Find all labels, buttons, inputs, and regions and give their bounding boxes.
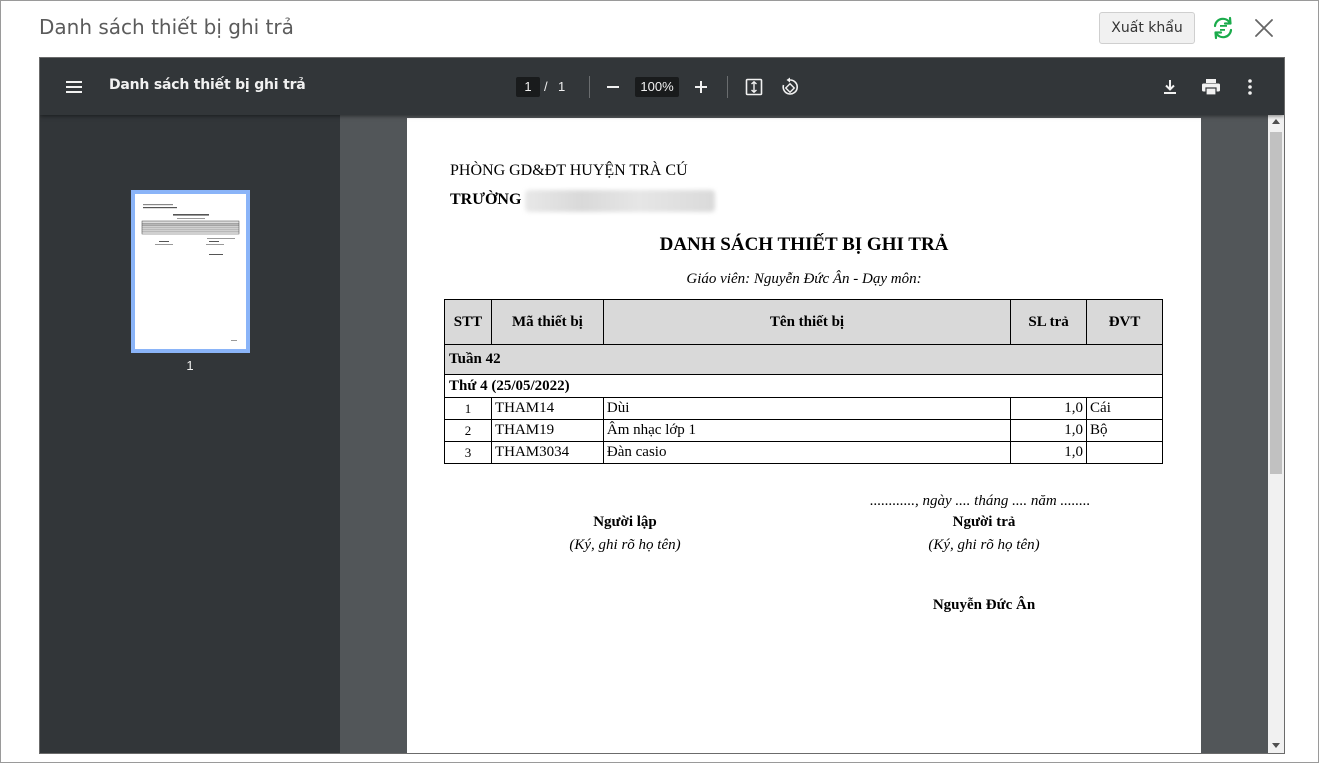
cell-unit: Bộ bbox=[1086, 419, 1163, 442]
page-thumbnail[interactable] bbox=[131, 190, 250, 353]
page-total: 1 bbox=[558, 79, 566, 94]
table-row: 3 THAM3034 Đàn casio 1,0 bbox=[444, 441, 1163, 464]
document-subtitle: Giáo viên: Nguyễn Đức Ân - Dạy môn: bbox=[686, 271, 922, 287]
cell-name: Đàn casio bbox=[602, 441, 1012, 464]
dialog: Danh sách thiết bị ghi trả Xuất khẩu Dan… bbox=[0, 0, 1319, 763]
cell-qty: 1,0 bbox=[1010, 397, 1088, 420]
dialog-title: Danh sách thiết bị ghi trả bbox=[39, 15, 294, 39]
creator-label: Người lập bbox=[593, 514, 657, 530]
scroll-thumb[interactable] bbox=[1270, 132, 1282, 474]
print-icon[interactable] bbox=[1200, 77, 1222, 97]
rotate-icon[interactable] bbox=[780, 77, 800, 97]
header-code: Mã thiết bị bbox=[490, 299, 604, 345]
more-vert-icon[interactable] bbox=[1240, 77, 1260, 97]
thumbnail-sidebar: 1 bbox=[40, 115, 340, 753]
redacted-school-name bbox=[525, 190, 715, 212]
week-group-row: Tuần 42 bbox=[444, 344, 1163, 375]
equipment-table: STT Mã thiết bị Tên thiết bị SL trả ĐVT … bbox=[444, 299, 1163, 464]
cell-qty: 1,0 bbox=[1010, 419, 1088, 442]
scroll-down-arrow-icon[interactable] bbox=[1272, 743, 1280, 748]
document-title: DANH SÁCH THIẾT BỊ GHI TRẢ bbox=[659, 234, 949, 255]
thumbnail-preview bbox=[141, 204, 240, 341]
document-department: PHÒNG GD&ĐT HUYỆN TRÀ CÚ bbox=[450, 162, 688, 179]
document-page: PHÒNG GD&ĐT HUYỆN TRÀ CÚ TRƯỜNG DANH SÁC… bbox=[407, 118, 1201, 753]
zoom-level-input[interactable]: 100% bbox=[635, 77, 679, 97]
cell-name: Dùi bbox=[602, 397, 1012, 420]
day-group-row: Thứ 4 (25/05/2022) bbox=[444, 374, 1163, 398]
refresh-icon[interactable] bbox=[1210, 15, 1236, 41]
scroll-up-arrow-icon[interactable] bbox=[1272, 119, 1280, 124]
creator-note: (Ký, ghi rõ họ tên) bbox=[569, 537, 681, 553]
table-row: 2 THAM19 Âm nhạc lớp 1 1,0 Bộ bbox=[444, 419, 1163, 442]
export-button[interactable]: Xuất khẩu bbox=[1099, 12, 1195, 44]
page-separator: / bbox=[544, 79, 548, 94]
cell-unit bbox=[1086, 441, 1163, 464]
cell-code: THAM14 bbox=[490, 397, 604, 420]
signer-name: Nguyễn Đức Ân bbox=[932, 597, 1036, 613]
close-icon[interactable] bbox=[1253, 17, 1275, 39]
day-label: Thứ 4 (25/05/2022) bbox=[444, 374, 1163, 398]
pdf-viewer: Danh sách thiết bị ghi trả 1 / 1 100% 1 … bbox=[39, 57, 1285, 754]
cell-code: THAM3034 bbox=[490, 441, 604, 464]
viewer-toolbar: Danh sách thiết bị ghi trả 1 / 1 100% bbox=[40, 58, 1284, 115]
document-school: TRƯỜNG bbox=[450, 191, 522, 208]
returner-note: (Ký, ghi rõ họ tên) bbox=[928, 537, 1040, 553]
menu-icon[interactable] bbox=[64, 77, 84, 97]
header-qty: SL trả bbox=[1010, 299, 1088, 345]
plus-icon[interactable] bbox=[691, 77, 711, 97]
table-header-row: STT Mã thiết bị Tên thiết bị SL trả ĐVT bbox=[444, 299, 1163, 345]
signature-date-line: ............, ngày .... tháng .... năm .… bbox=[870, 493, 1091, 509]
thumbnail-page-number: 1 bbox=[186, 358, 194, 373]
week-label: Tuần 42 bbox=[444, 344, 1163, 375]
header-name: Tên thiết bị bbox=[602, 299, 1012, 345]
page-number-input[interactable]: 1 bbox=[516, 77, 540, 97]
fit-page-icon[interactable] bbox=[744, 77, 764, 97]
header-stt: STT bbox=[444, 299, 492, 345]
cell-qty: 1,0 bbox=[1010, 441, 1088, 464]
cell-unit: Cái bbox=[1086, 397, 1163, 420]
cell-stt: 1 bbox=[444, 397, 492, 420]
vertical-scrollbar[interactable] bbox=[1268, 115, 1284, 753]
download-icon[interactable] bbox=[1160, 77, 1180, 97]
cell-stt: 3 bbox=[444, 441, 492, 464]
cell-code: THAM19 bbox=[490, 419, 604, 442]
cell-stt: 2 bbox=[444, 419, 492, 442]
table-row: 1 THAM14 Dùi 1,0 Cái bbox=[444, 397, 1163, 420]
toolbar-divider bbox=[727, 76, 728, 98]
returner-label: Người trả bbox=[952, 514, 1016, 530]
cell-name: Âm nhạc lớp 1 bbox=[602, 419, 1012, 442]
header-unit: ĐVT bbox=[1086, 299, 1163, 345]
toolbar-divider bbox=[589, 76, 590, 98]
minus-icon[interactable] bbox=[603, 77, 623, 97]
viewer-file-title: Danh sách thiết bị ghi trả bbox=[109, 77, 306, 93]
